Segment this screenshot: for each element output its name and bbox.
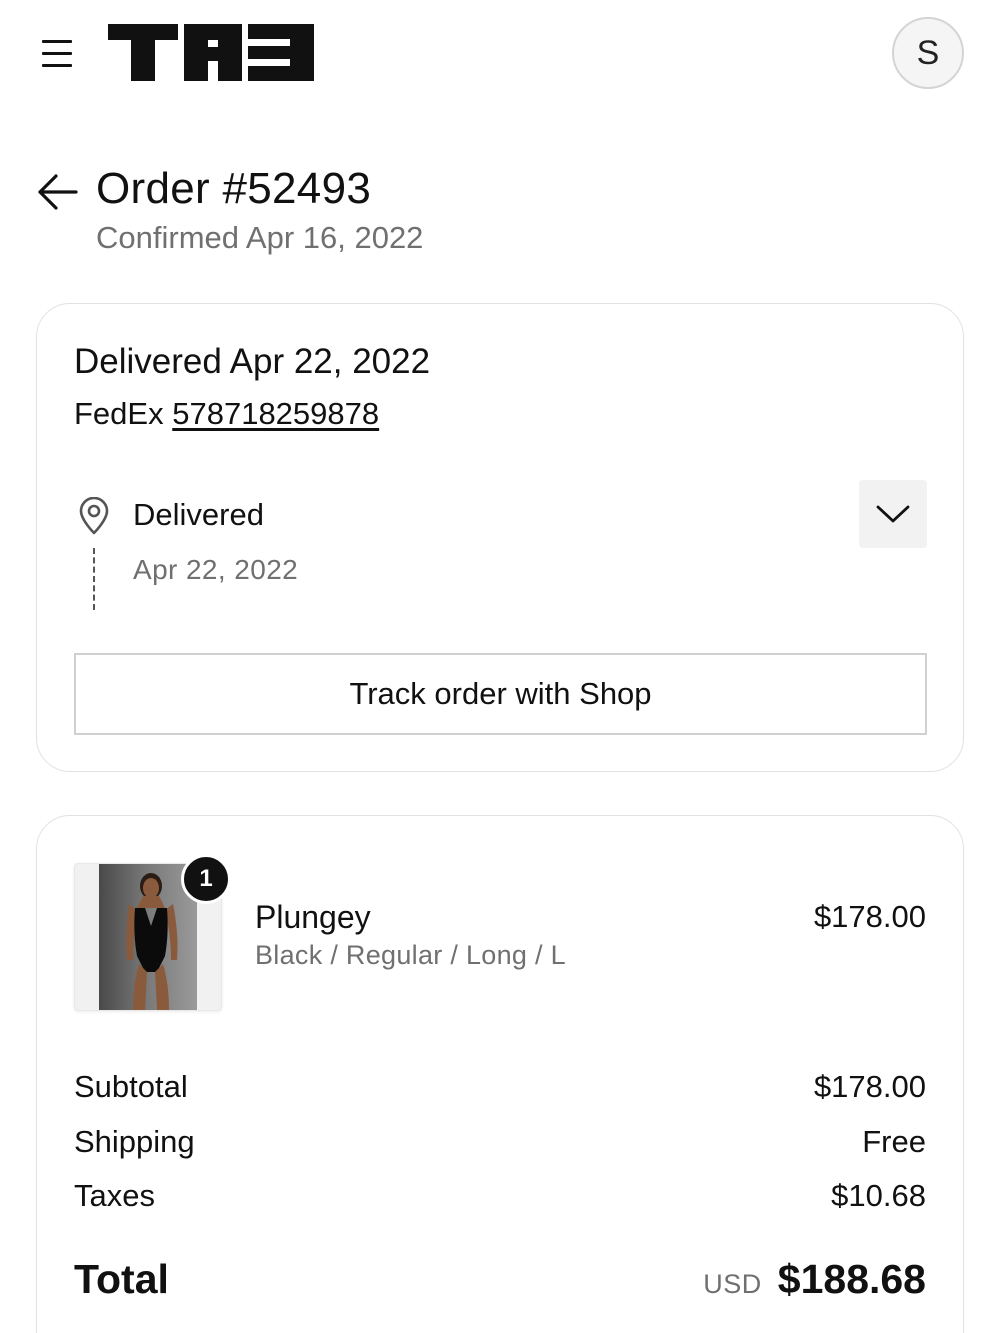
order-confirmed-date: Confirmed Apr 16, 2022 (96, 220, 424, 255)
brand-logo[interactable] (108, 24, 314, 81)
subtotal-value: $178.00 (813, 1069, 926, 1104)
location-pin-icon (77, 496, 111, 535)
taxes-value: $10.68 (831, 1178, 926, 1213)
carrier-name: FedEx (74, 396, 164, 431)
subtotal-label: Subtotal (74, 1069, 188, 1104)
order-title: Order #52493 (96, 164, 372, 213)
total-value: $188.68 (777, 1256, 926, 1302)
track-order-button[interactable]: Track order with Shop (74, 653, 927, 735)
taxes-row: Taxes $10.68 (74, 1178, 926, 1214)
shipping-value: Free (862, 1124, 926, 1159)
product-name: Plungey (255, 899, 371, 935)
expand-tracking-button[interactable] (859, 480, 927, 548)
chevron-down-icon (876, 505, 910, 523)
subtotal-row: Subtotal $178.00 (74, 1069, 926, 1105)
taxes-label: Taxes (74, 1178, 155, 1213)
shipping-row: Shipping Free (74, 1124, 926, 1160)
total-label: Total (74, 1256, 169, 1302)
product-price: $178.00 (813, 899, 926, 934)
total-currency: USD (703, 1269, 762, 1299)
tracking-status-date: Apr 22, 2022 (133, 554, 299, 585)
menu-line (42, 40, 72, 43)
total-amount: USD $188.68 (703, 1256, 926, 1303)
avatar-initial: S (916, 33, 940, 72)
delivery-title: Delivered Apr 22, 2022 (74, 342, 431, 381)
tracking-status: Delivered (133, 497, 264, 532)
account-avatar[interactable]: S (892, 17, 964, 89)
carrier-line: FedEx 578718259878 (74, 396, 379, 432)
menu-button[interactable] (40, 38, 74, 68)
product-variant: Black / Regular / Long / L (255, 940, 566, 970)
arrow-left-icon (38, 174, 78, 210)
back-button[interactable] (36, 172, 78, 212)
menu-line (42, 64, 72, 67)
timeline-dashed-line (93, 548, 95, 610)
shipping-label: Shipping (74, 1124, 195, 1159)
tracking-number-link[interactable]: 578718259878 (172, 396, 379, 431)
menu-line (42, 52, 72, 55)
order-summary-card: 1 Plungey Black / Regular / Long / L $17… (36, 815, 964, 1333)
delivery-card: Delivered Apr 22, 2022 FedEx 57871825987… (36, 303, 964, 772)
quantity-badge: 1 (181, 854, 231, 904)
